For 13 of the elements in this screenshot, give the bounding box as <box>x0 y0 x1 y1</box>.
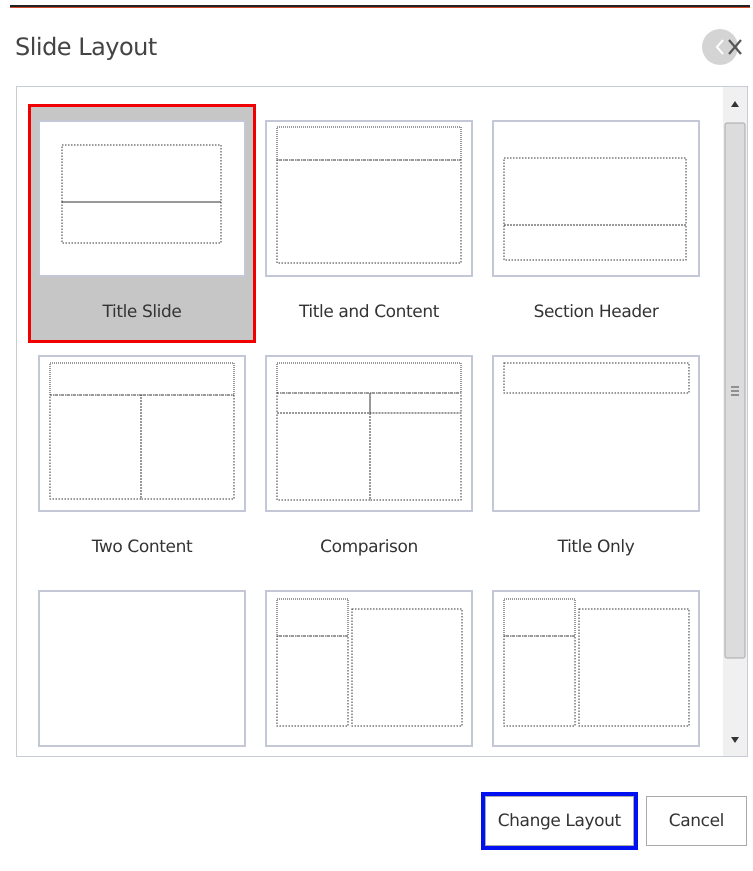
layout-label: Comparison <box>320 537 418 557</box>
chevron-left-icon <box>715 38 725 56</box>
dialog-title: Slide Layout <box>15 32 157 60</box>
layout-label: Two Content <box>92 537 192 557</box>
layout-label: Title Slide <box>102 302 182 322</box>
close-icon <box>727 38 743 56</box>
layout-label: Title Only <box>558 537 634 557</box>
layout-label: Title and Content <box>298 302 440 322</box>
layout-label: Section Header <box>534 302 658 322</box>
scrollbar[interactable] <box>723 87 747 756</box>
back-button[interactable] <box>702 28 738 64</box>
dialog-button[interactable]: Cancel <box>646 796 747 846</box>
layout-option[interactable]: Title Slide <box>28 104 256 343</box>
